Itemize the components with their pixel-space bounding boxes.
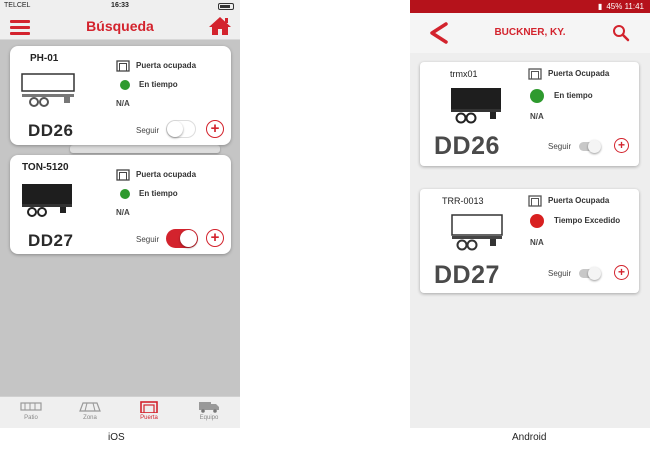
door-icon — [528, 195, 542, 207]
door-status-row: Puerta Ocupada — [528, 195, 609, 207]
door-status-label: Puerta Ocupada — [548, 196, 610, 206]
follow-label: Seguir — [548, 142, 572, 151]
na-label: N/A — [116, 99, 130, 108]
ios-status-bar: TELCEL 16:33 — [0, 0, 240, 12]
card-stack-shadow — [70, 145, 220, 153]
android-app-bar: BUCKNER, KY. — [410, 13, 650, 53]
door-status-label: Puerta ocupada — [136, 61, 197, 71]
android-caption: Android — [512, 432, 547, 443]
time-status-label: En tiempo — [554, 91, 593, 101]
dock-code: DD26 — [28, 121, 74, 140]
equipment-code: TRR-0013 — [442, 196, 484, 206]
tab-zona[interactable]: Zona — [70, 401, 110, 421]
na-label: N/A — [116, 208, 130, 217]
tab-label: Puerta — [140, 415, 158, 421]
door-status-label: Puerta ocupada — [136, 170, 197, 180]
door-status-row: Puerta ocupada — [116, 169, 196, 181]
android-status-bar: ▮ 45% 11:41 — [410, 0, 650, 13]
loaded-trailer-icon — [20, 182, 76, 227]
door-status-row: Puerta Ocupada — [528, 68, 609, 80]
door-icon — [116, 169, 130, 181]
ios-caption: iOS — [108, 432, 125, 443]
door-status-row: Puerta ocupada — [116, 60, 196, 72]
page-title: Búsqueda — [86, 18, 154, 34]
time-status-label: En tiempo — [139, 189, 178, 199]
door-icon — [116, 60, 130, 72]
clock-icon — [530, 214, 544, 228]
follow-label: Seguir — [136, 235, 160, 244]
search-icon[interactable] — [612, 24, 630, 47]
clock-time: 11:41 — [624, 2, 644, 11]
empty-trailer-icon — [450, 213, 506, 260]
ios-dock-card[interactable]: TON-5120 DD27 Puerta ocupada En tiempo N… — [10, 155, 231, 254]
tab-equipo[interactable]: Equipo — [189, 401, 229, 421]
door-icon — [140, 401, 158, 413]
door-icon — [528, 68, 542, 80]
door-status-label: Puerta Ocupada — [548, 69, 610, 79]
battery-percent: 45% — [606, 2, 623, 11]
time-status-row: En tiempo — [120, 189, 178, 199]
tab-puerta[interactable]: Puerta — [129, 401, 169, 421]
ios-nav-bar: Búsqueda — [0, 12, 240, 40]
add-button[interactable]: + — [614, 265, 629, 280]
add-button[interactable]: + — [206, 229, 224, 247]
clock-icon — [120, 189, 130, 199]
tab-label: Zona — [83, 415, 97, 421]
dock-code: DD27 — [28, 231, 74, 250]
android-dock-card[interactable]: trmx01 DD26 Puerta Ocupada En tiempo N/A… — [420, 62, 639, 166]
tab-bar: Patio Zona Puerta Equipo — [0, 396, 240, 428]
ios-screen: TELCEL 16:33 Búsqueda PH-01 DD26 Puerta … — [0, 0, 240, 428]
dock-code: DD27 — [434, 261, 500, 289]
time-status-row: En tiempo — [530, 89, 593, 103]
truck-icon — [199, 402, 219, 413]
home-icon[interactable] — [208, 16, 232, 41]
battery-icon: ▮ — [597, 2, 603, 11]
time-status-label: Tiempo Excedido — [554, 216, 621, 226]
loaded-trailer-icon — [450, 86, 506, 133]
follow-label: Seguir — [548, 269, 572, 278]
equipment-code: PH-01 — [30, 53, 59, 64]
tab-label: Patio — [24, 415, 38, 421]
yard-icon — [20, 402, 42, 411]
na-label: N/A — [530, 238, 544, 247]
equipment-code: trmx01 — [450, 69, 478, 79]
zone-icon — [79, 402, 101, 412]
dock-code: DD26 — [434, 132, 500, 160]
time-status-row: Tiempo Excedido — [530, 214, 620, 228]
android-dock-card[interactable]: TRR-0013 DD27 Puerta Ocupada Tiempo Exce… — [420, 189, 639, 293]
clock-time: 16:33 — [111, 2, 129, 9]
equipment-code: TON-5120 — [22, 162, 69, 173]
tab-patio[interactable]: Patio — [11, 401, 51, 421]
ios-dock-card[interactable]: PH-01 DD26 Puerta ocupada En tiempo N/A … — [10, 46, 231, 145]
time-status-label: En tiempo — [139, 80, 178, 90]
follow-toggle[interactable] — [579, 140, 601, 153]
time-status-row: En tiempo — [120, 80, 178, 90]
android-screen: ▮ 45% 11:41 BUCKNER, KY. trmx01 DD26 Pue… — [410, 0, 650, 428]
clock-icon — [530, 89, 544, 103]
battery-icon — [218, 3, 234, 10]
follow-label: Seguir — [136, 126, 160, 135]
add-button[interactable]: + — [614, 138, 629, 153]
follow-toggle[interactable] — [579, 267, 601, 280]
tab-label: Equipo — [199, 415, 219, 421]
follow-toggle[interactable] — [166, 120, 196, 138]
na-label: N/A — [530, 112, 544, 121]
clock-icon — [120, 80, 130, 90]
empty-trailer-icon — [20, 72, 76, 117]
follow-toggle[interactable] — [166, 229, 198, 248]
add-button[interactable]: + — [206, 120, 224, 138]
